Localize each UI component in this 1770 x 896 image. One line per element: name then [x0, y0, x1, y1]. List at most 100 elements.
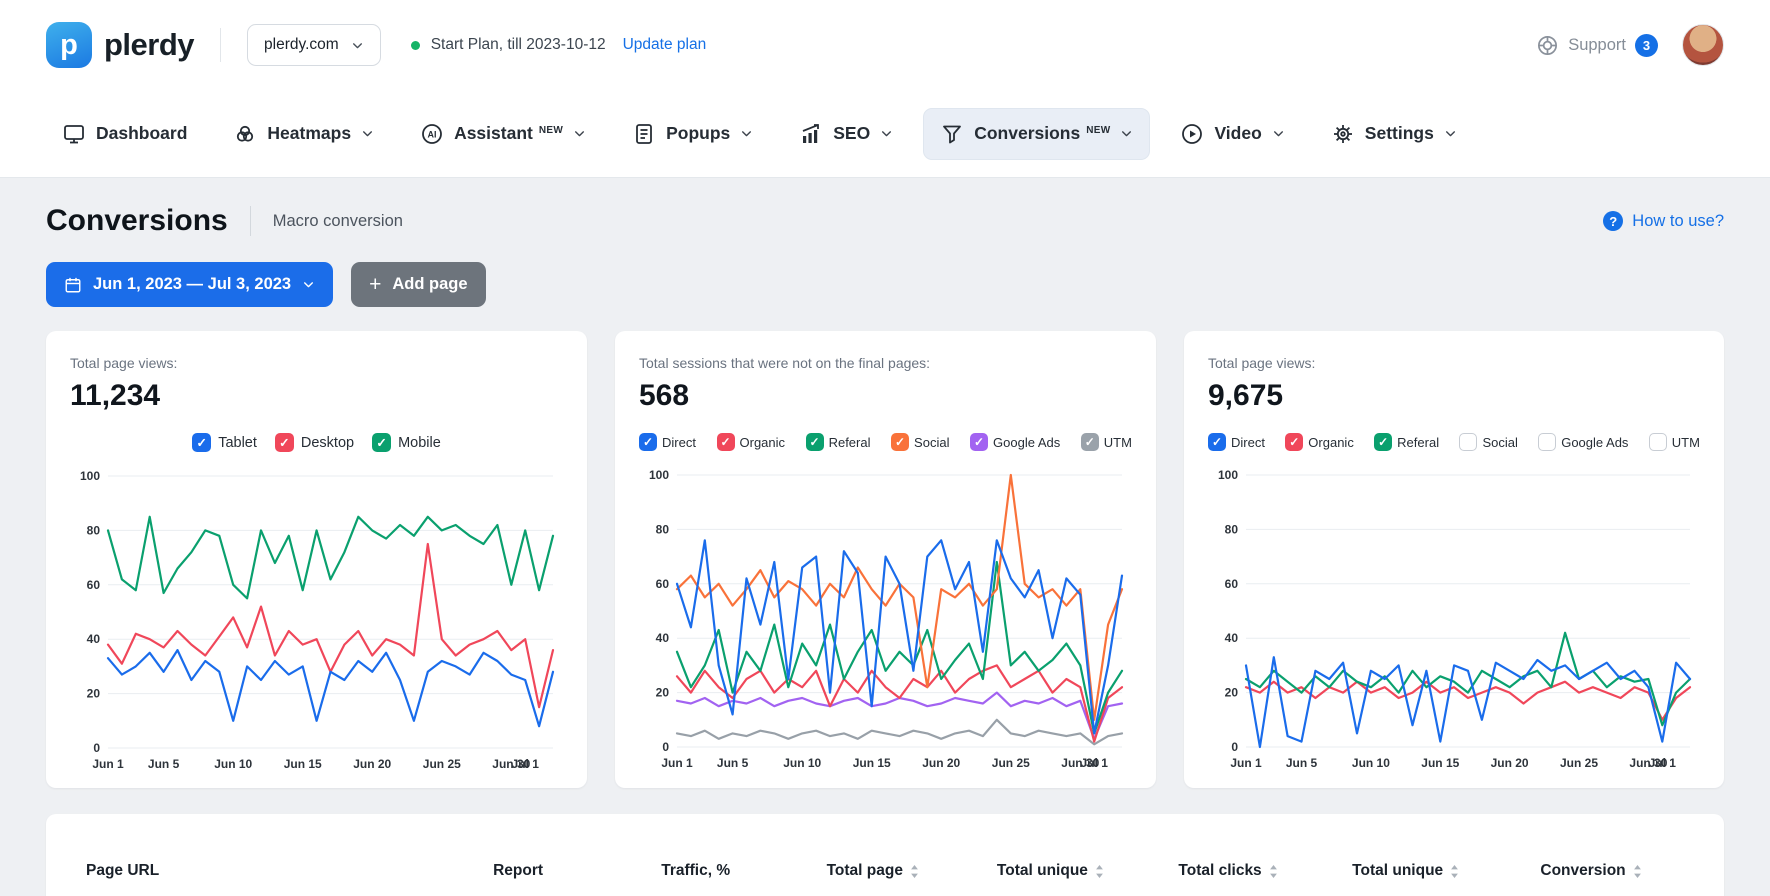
- filter-referal[interactable]: ✓ Referal: [1374, 433, 1439, 451]
- svg-text:Jul 1: Jul 1: [1081, 756, 1109, 770]
- svg-text:Jun 5: Jun 5: [717, 756, 749, 770]
- checkbox-checked-icon[interactable]: ✓: [1285, 433, 1303, 451]
- nav-assistant[interactable]: AI Assistant NEW: [404, 109, 602, 159]
- checkbox-unchecked-icon[interactable]: [1459, 433, 1477, 451]
- checkbox-checked-icon[interactable]: ✓: [806, 433, 824, 451]
- sort-icon: [909, 864, 920, 879]
- checkbox-checked-icon[interactable]: ✓: [891, 433, 909, 451]
- page-title: Conversions: [46, 204, 228, 238]
- title-row: Conversions Macro conversion ? How to us…: [46, 204, 1724, 238]
- filter-utm[interactable]: UTM: [1649, 433, 1700, 451]
- filter-social[interactable]: ✓ Social: [891, 433, 949, 451]
- svg-text:100: 100: [649, 468, 669, 482]
- checkbox-unchecked-icon[interactable]: [1649, 433, 1667, 451]
- svg-text:0: 0: [1231, 740, 1238, 754]
- svg-text:80: 80: [656, 522, 670, 536]
- filter-google-ads[interactable]: Google Ads: [1538, 433, 1628, 451]
- checkbox-checked-icon[interactable]: ✓: [970, 433, 988, 451]
- svg-text:Jun 15: Jun 15: [284, 757, 322, 771]
- site-selector[interactable]: plerdy.com: [247, 24, 381, 66]
- filter-label: UTM: [1672, 435, 1700, 450]
- nav-dashboard[interactable]: Dashboard: [46, 109, 203, 159]
- filter-google-ads[interactable]: ✓Google Ads: [970, 433, 1060, 451]
- how-to-use-label: How to use?: [1632, 212, 1724, 231]
- card-total-value: 9,675: [1208, 379, 1700, 413]
- brand-logo[interactable]: p plerdy: [46, 22, 194, 68]
- column-total-clicks[interactable]: Total clicks: [1144, 862, 1314, 880]
- how-to-use-link[interactable]: ? How to use?: [1603, 211, 1724, 231]
- filter-mobile[interactable]: ✓Mobile: [372, 433, 441, 452]
- seo-chart-icon: [799, 122, 823, 146]
- new-badge: NEW: [539, 125, 563, 136]
- filter-referal[interactable]: ✓Referal: [806, 433, 871, 451]
- checkbox-checked-icon[interactable]: ✓: [275, 433, 294, 452]
- column-total-unique[interactable]: Total unique: [966, 862, 1136, 880]
- svg-text:20: 20: [656, 686, 670, 700]
- top-header: p plerdy plerdy.com Start Plan, till 202…: [0, 0, 1770, 90]
- nav-label: Assistant: [454, 123, 533, 144]
- nav-popups[interactable]: Popups: [616, 109, 769, 159]
- filter-label: Social: [914, 435, 949, 450]
- column-total-page[interactable]: Total page: [788, 862, 958, 880]
- svg-text:60: 60: [87, 578, 101, 592]
- chevron-down-icon: [361, 127, 374, 140]
- column-traffic: Traffic, %: [611, 862, 781, 880]
- filter-label: Organic: [1308, 435, 1354, 450]
- support-button[interactable]: Support 3: [1536, 34, 1658, 57]
- filter-organic[interactable]: ✓ Organic: [1285, 433, 1354, 451]
- filter-label: Desktop: [301, 435, 354, 451]
- filter-desktop[interactable]: ✓ Desktop: [275, 433, 354, 452]
- nav-conversions[interactable]: Conversions NEW: [923, 108, 1150, 160]
- svg-text:80: 80: [1225, 522, 1239, 536]
- card-total-value: 11,234: [70, 379, 563, 413]
- checkbox-checked-icon[interactable]: ✓: [717, 433, 735, 451]
- svg-text:100: 100: [1218, 468, 1238, 482]
- svg-text:40: 40: [87, 632, 101, 646]
- date-range-picker[interactable]: Jun 1, 2023 — Jul 3, 2023: [46, 262, 333, 307]
- filter-direct[interactable]: ✓Direct: [1208, 433, 1265, 451]
- notification-badge: 3: [1635, 34, 1658, 57]
- chevron-down-icon: [351, 39, 364, 52]
- pages-table: Page URL Report Traffic, % Total page To…: [46, 814, 1724, 896]
- card-title: Total page views:: [70, 355, 563, 371]
- checkbox-checked-icon[interactable]: ✓: [192, 433, 211, 452]
- add-page-button[interactable]: + Add page: [351, 262, 485, 307]
- filter-utm[interactable]: ✓UTM: [1081, 433, 1132, 451]
- svg-text:Jun 5: Jun 5: [148, 757, 180, 771]
- svg-text:Jun 1: Jun 1: [92, 757, 124, 771]
- sort-icon: [1268, 864, 1279, 879]
- heatmap-icon: [233, 122, 257, 146]
- user-avatar[interactable]: [1682, 24, 1724, 66]
- checkbox-checked-icon[interactable]: ✓: [1374, 433, 1392, 451]
- filter-organic[interactable]: ✓ Organic: [717, 433, 786, 451]
- filter-tablet[interactable]: ✓Tablet: [192, 433, 257, 452]
- column-conversion[interactable]: Conversion: [1499, 862, 1684, 880]
- svg-text:Jun 10: Jun 10: [1352, 756, 1390, 770]
- nav-settings[interactable]: Settings: [1315, 109, 1473, 159]
- new-badge: NEW: [1086, 125, 1110, 136]
- line-chart: 020406080100Jun 1Jun 5Jun 10Jun 15Jun 20…: [70, 466, 563, 776]
- plerdy-logo-icon: p: [46, 22, 92, 68]
- checkbox-checked-icon[interactable]: ✓: [639, 433, 657, 451]
- update-plan-link[interactable]: Update plan: [623, 36, 707, 54]
- svg-text:60: 60: [656, 577, 670, 591]
- play-circle-icon: [1180, 122, 1204, 146]
- column-total-unique-clicks[interactable]: Total unique: [1321, 862, 1491, 880]
- filter-direct[interactable]: ✓Direct: [639, 433, 696, 451]
- svg-text:Jun 1: Jun 1: [661, 756, 693, 770]
- checkbox-checked-icon[interactable]: ✓: [1081, 433, 1099, 451]
- checkbox-unchecked-icon[interactable]: [1538, 433, 1556, 451]
- filter-social[interactable]: Social: [1459, 433, 1517, 451]
- filter-label: Organic: [740, 435, 786, 450]
- filter-label: Referal: [1397, 435, 1439, 450]
- nav-label: SEO: [833, 123, 870, 144]
- nav-video[interactable]: Video: [1164, 109, 1300, 159]
- status-dot: [411, 41, 420, 50]
- nav-heatmaps[interactable]: Heatmaps: [217, 109, 390, 159]
- nav-seo[interactable]: SEO: [783, 109, 909, 159]
- checkbox-checked-icon[interactable]: ✓: [372, 433, 391, 452]
- checkbox-checked-icon[interactable]: ✓: [1208, 433, 1226, 451]
- filter-row: ✓Direct✓Organic✓ReferalSocialGoogle AdsU…: [1208, 433, 1700, 451]
- filter-label: Google Ads: [1561, 435, 1628, 450]
- svg-text:40: 40: [656, 631, 670, 645]
